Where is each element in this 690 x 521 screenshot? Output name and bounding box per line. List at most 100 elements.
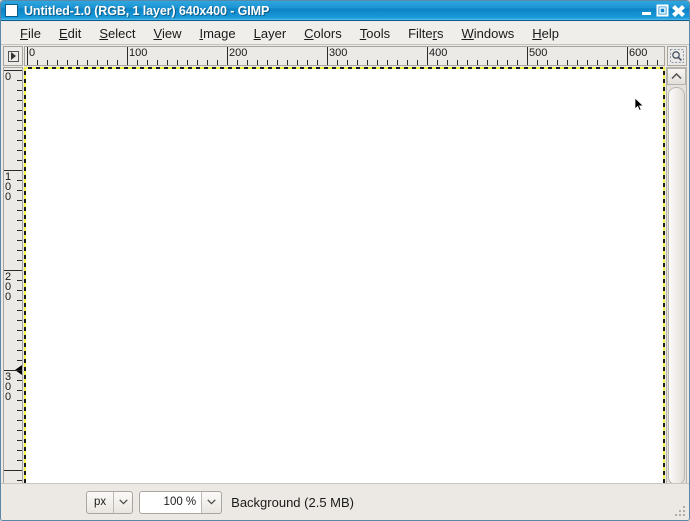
image-canvas[interactable] <box>24 67 665 505</box>
menu-windows[interactable]: Windows <box>453 24 524 43</box>
chevron-down-icon[interactable] <box>113 491 132 513</box>
ruler-label: 0 <box>29 47 36 59</box>
ruler-tick <box>87 60 88 65</box>
gimp-image-window: Untitled-1.0 (RGB, 1 layer) 640x400 - GI… <box>0 0 690 521</box>
ruler-tick <box>357 60 358 65</box>
ruler-tick <box>17 310 22 311</box>
ruler-tick <box>657 60 658 65</box>
ruler-tick <box>17 200 22 201</box>
ruler-tick <box>457 60 458 65</box>
ruler-tick <box>17 290 22 291</box>
ruler-label: 300 <box>5 371 11 403</box>
ruler-tick <box>17 300 22 301</box>
ruler-tick <box>237 60 238 65</box>
ruler-tick <box>17 250 22 251</box>
ruler-tick <box>137 60 138 65</box>
menu-layer[interactable]: Layer <box>245 24 296 43</box>
ruler-label: 500 <box>529 47 548 59</box>
ruler-tick <box>277 60 278 65</box>
canvas-boundary-right <box>663 67 665 505</box>
ruler-tick <box>17 440 22 441</box>
ruler-tick <box>17 360 22 361</box>
ruler-label: 0 <box>5 71 11 83</box>
menu-help[interactable]: Help <box>523 24 568 43</box>
ruler-tick <box>337 60 338 65</box>
image-window-icon <box>5 4 18 17</box>
ruler-tick <box>377 60 378 65</box>
ruler-tick <box>17 480 22 481</box>
ruler-tick <box>17 210 22 211</box>
maximize-button[interactable] <box>655 4 670 18</box>
image-area: 0 100 200 300 400 500 600 0 100 200 300 <box>1 45 689 520</box>
menu-image[interactable]: Image <box>190 24 244 43</box>
ruler-tick <box>17 160 22 161</box>
vertical-scrollbar-thumb[interactable] <box>668 87 685 485</box>
ruler-tick <box>17 260 22 261</box>
minimize-button[interactable] <box>639 4 654 18</box>
ruler-tick <box>37 60 38 65</box>
ruler-label: 200 <box>5 271 11 303</box>
ruler-tick <box>17 80 22 81</box>
ruler-tick <box>17 190 22 191</box>
vertical-scrollbar[interactable] <box>666 67 687 505</box>
ruler-tick <box>17 230 22 231</box>
menu-select[interactable]: Select <box>90 24 144 43</box>
ruler-tick <box>647 60 648 65</box>
menu-filters[interactable]: Filters <box>399 24 452 43</box>
ruler-tick <box>17 90 22 91</box>
ruler-tick <box>17 240 22 241</box>
canvas-boundary-top <box>24 67 665 69</box>
window-title: Untitled-1.0 (RGB, 1 layer) 640x400 - GI… <box>24 3 270 18</box>
ruler-tick <box>187 60 188 65</box>
ruler-tick <box>397 60 398 65</box>
title-bar[interactable]: Untitled-1.0 (RGB, 1 layer) 640x400 - GI… <box>1 1 689 21</box>
menu-file[interactable]: File <box>11 24 50 43</box>
ruler-tick <box>387 60 388 65</box>
ruler-tick <box>17 460 22 461</box>
ruler-tick <box>197 60 198 65</box>
resize-grip[interactable] <box>673 504 687 518</box>
play-triangle-icon <box>7 50 19 62</box>
chevron-down-icon[interactable] <box>202 492 221 513</box>
ruler-tick <box>17 420 22 421</box>
scroll-up-arrow-icon[interactable] <box>667 68 686 85</box>
vertical-ruler[interactable]: 0 100 200 300 <box>3 67 23 505</box>
ruler-tick <box>177 60 178 65</box>
horizontal-ruler[interactable]: 0 100 200 300 400 500 600 <box>24 46 665 66</box>
ruler-tick <box>477 60 478 65</box>
zoom-fit-image-icon[interactable] <box>667 46 687 66</box>
menu-tools[interactable]: Tools <box>351 24 399 43</box>
ruler-tick <box>17 150 22 151</box>
ruler-tick <box>17 330 22 331</box>
ruler-tick <box>17 140 22 141</box>
ruler-tick <box>117 60 118 65</box>
menu-bar: File Edit Select View Image Layer Colors… <box>1 22 689 45</box>
ruler-tick <box>577 60 578 65</box>
ruler-label: 300 <box>329 47 348 59</box>
ruler-tick <box>17 110 22 111</box>
ruler-tick <box>297 60 298 65</box>
ruler-tick <box>147 60 148 65</box>
ruler-tick <box>17 130 22 131</box>
ruler-tick <box>97 60 98 65</box>
menu-view[interactable]: View <box>145 24 191 43</box>
menu-button[interactable] <box>3 46 23 66</box>
status-bar: px 100 % Background (2.5 MB) <box>1 483 689 520</box>
ruler-tick <box>157 60 158 65</box>
ruler-tick <box>17 350 22 351</box>
ruler-tick <box>17 280 22 281</box>
ruler-tick <box>587 60 588 65</box>
canvas-viewport[interactable] <box>24 67 665 505</box>
unit-select[interactable]: px <box>86 490 134 514</box>
close-button[interactable] <box>671 4 686 18</box>
menu-colors[interactable]: Colors <box>295 24 351 43</box>
zoom-select[interactable]: 100 % <box>139 490 223 514</box>
ruler-tick <box>617 60 618 65</box>
ruler-tick <box>597 60 598 65</box>
ruler-tick <box>17 430 22 431</box>
ruler-tick <box>307 60 308 65</box>
ruler-label: 100 <box>5 171 11 203</box>
zoom-value[interactable]: 100 % <box>140 491 203 513</box>
menu-edit[interactable]: Edit <box>50 24 90 43</box>
ruler-tick <box>17 320 22 321</box>
